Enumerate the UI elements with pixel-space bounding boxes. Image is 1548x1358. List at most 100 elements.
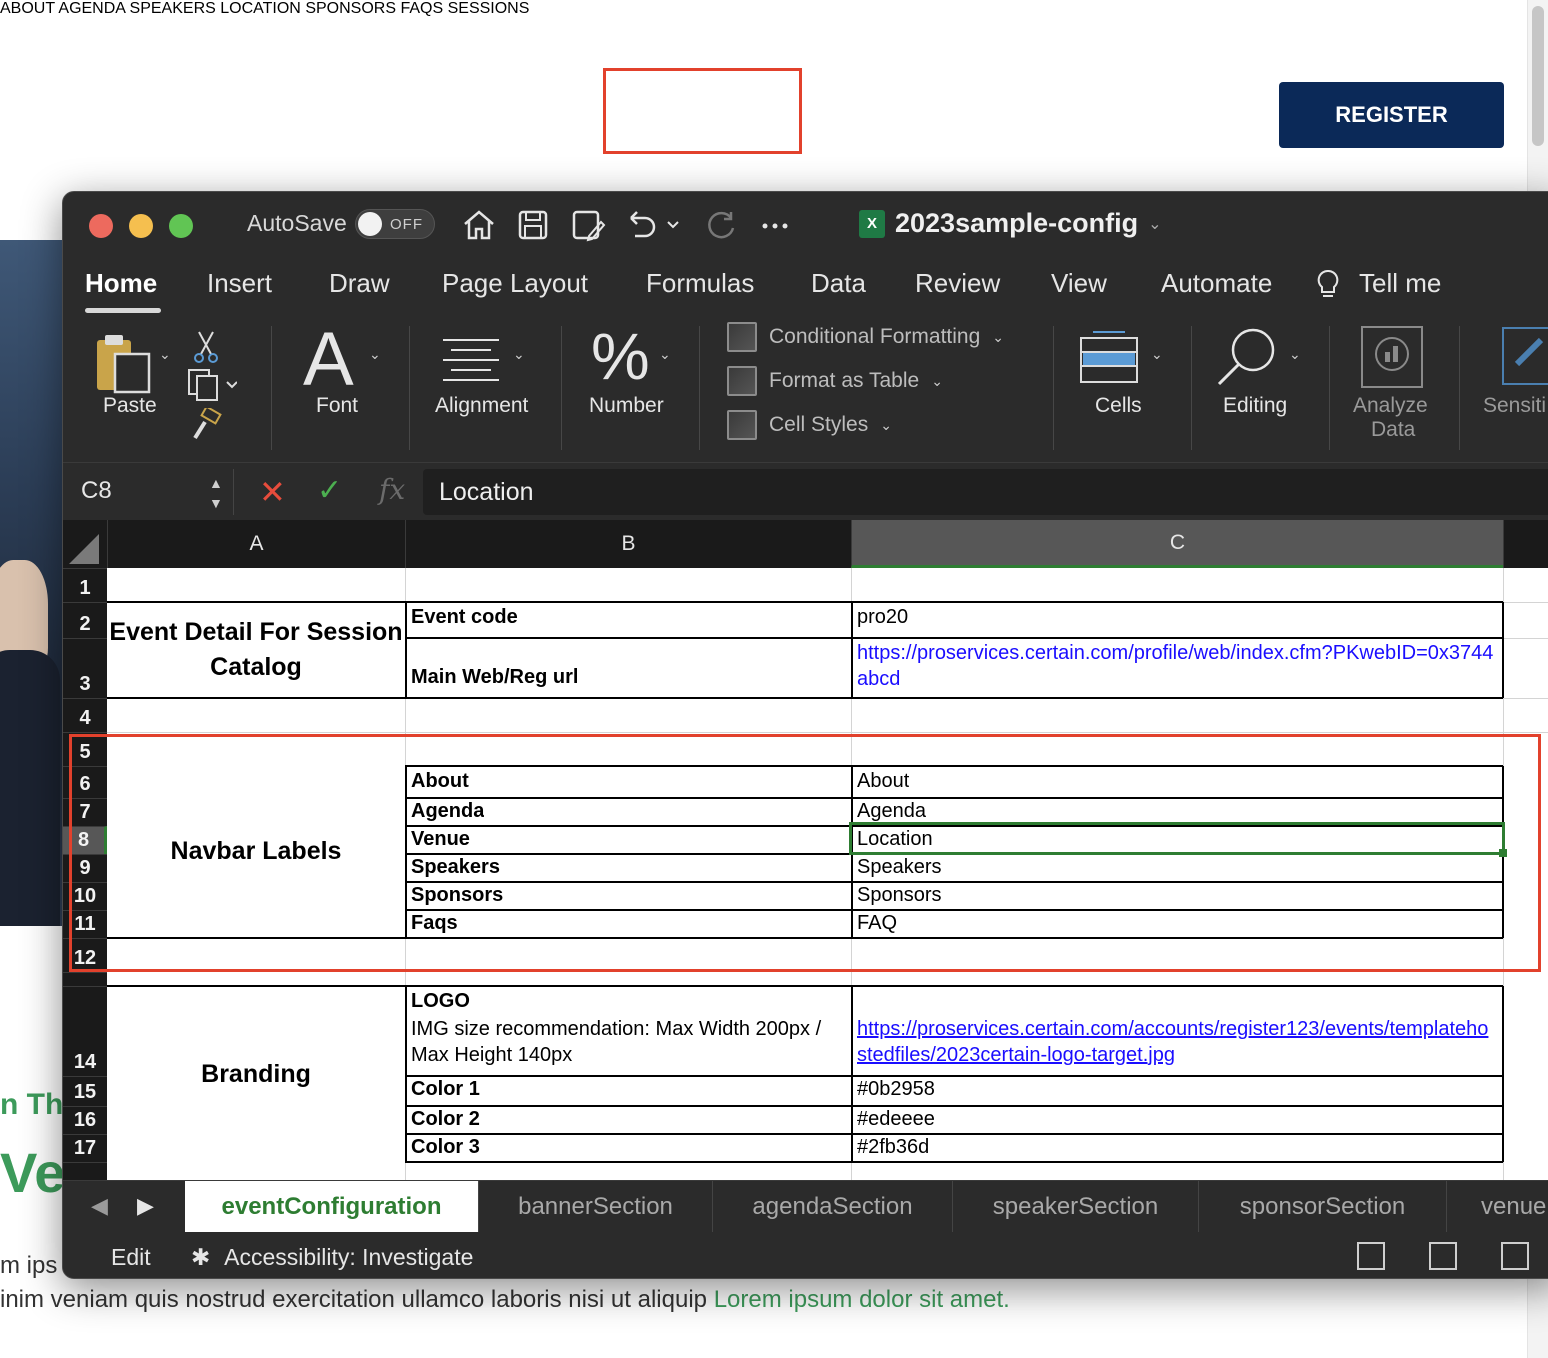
- cell-b3[interactable]: Main Web/Reg url: [411, 666, 578, 689]
- tab-insert[interactable]: Insert: [207, 268, 272, 299]
- row-header-1[interactable]: 1: [63, 568, 107, 602]
- row-header-15[interactable]: 15: [63, 1076, 107, 1106]
- cell-b14-desc[interactable]: IMG size recommendation: Max Width 200px…: [411, 1016, 847, 1068]
- cancel-icon[interactable]: ✕: [259, 473, 286, 511]
- tab-tell-me[interactable]: Tell me: [1359, 268, 1441, 299]
- site-nav-sessions[interactable]: SESSIONS: [448, 0, 530, 17]
- register-button[interactable]: REGISTER: [1279, 82, 1504, 148]
- cut-icon[interactable]: [191, 330, 221, 369]
- undo-icon[interactable]: [621, 206, 661, 244]
- name-box[interactable]: C8: [81, 477, 112, 505]
- tab-formulas[interactable]: Formulas: [646, 268, 754, 299]
- sheet-tab-bannersection[interactable]: bannerSection: [479, 1181, 713, 1233]
- cell-c15[interactable]: #0b2958: [857, 1078, 935, 1101]
- name-box-stepper-icon[interactable]: ▲ ▼: [209, 473, 223, 513]
- cell-c2[interactable]: pro20: [857, 606, 908, 629]
- site-scrollbar-thumb[interactable]: [1532, 6, 1544, 146]
- cell-b14-title[interactable]: LOGO: [411, 990, 470, 1013]
- select-all-corner[interactable]: [63, 520, 107, 568]
- cell-b17[interactable]: Color 3: [411, 1136, 480, 1159]
- close-window-button[interactable]: [89, 214, 113, 238]
- formula-input[interactable]: Location: [423, 469, 1548, 515]
- zoom-window-button[interactable]: [169, 214, 193, 238]
- conditional-formatting-button[interactable]: Conditional Formatting ⌄: [727, 322, 1004, 352]
- site-nav-speakers[interactable]: SPEAKERS: [130, 0, 216, 17]
- tab-review[interactable]: Review: [915, 268, 1000, 299]
- cell-b15[interactable]: Color 1: [411, 1078, 480, 1101]
- cell-c14[interactable]: https://proservices.certain.com/accounts…: [857, 1016, 1497, 1068]
- cell-border: [405, 1161, 1503, 1163]
- tab-home[interactable]: Home: [85, 268, 157, 299]
- cell-b2[interactable]: Event code: [411, 606, 518, 629]
- cell-border: [107, 601, 1503, 603]
- spreadsheet-grid[interactable]: A B C 1 2 3 4 5 6 7 8 9 10 11 12 14 15 1…: [63, 520, 1548, 1180]
- site-nav-sponsors[interactable]: SPONSORS: [305, 0, 396, 17]
- cell-b16[interactable]: Color 2: [411, 1108, 480, 1131]
- undo-dropdown-icon[interactable]: [663, 206, 683, 244]
- site-nav-agenda[interactable]: AGENDA: [58, 0, 125, 17]
- document-name: 2023sample-config: [895, 208, 1139, 238]
- page-layout-view-icon[interactable]: [1429, 1242, 1457, 1270]
- sheet-tab-agendasection[interactable]: agendaSection: [713, 1181, 953, 1233]
- previous-sheet-icon[interactable]: ◀: [91, 1193, 108, 1219]
- site-nav-about[interactable]: ABOUT: [0, 0, 55, 17]
- row-header-17[interactable]: 17: [63, 1134, 107, 1162]
- column-header-c[interactable]: C: [851, 520, 1503, 568]
- tab-page-layout[interactable]: Page Layout: [442, 268, 588, 299]
- more-options-icon[interactable]: [755, 206, 795, 244]
- save-as-icon[interactable]: [567, 206, 607, 244]
- sheet-tab-eventconfiguration[interactable]: eventConfiguration: [185, 1181, 479, 1233]
- row-header-13[interactable]: [63, 972, 107, 986]
- accessibility-status[interactable]: ✱ Accessibility: Investigate: [191, 1244, 473, 1271]
- normal-view-icon[interactable]: [1357, 1242, 1385, 1270]
- row-header-18[interactable]: [63, 1162, 107, 1180]
- row-header-2[interactable]: 2: [63, 602, 107, 638]
- copy-icon[interactable]: [187, 368, 238, 407]
- confirm-icon[interactable]: ✓: [317, 473, 342, 508]
- site-body-link[interactable]: Lorem ipsum dolor sit amet.: [714, 1286, 1010, 1313]
- paste-icon: [97, 335, 151, 394]
- cell-c17[interactable]: #2fb36d: [857, 1136, 929, 1159]
- row-header-14[interactable]: 14: [63, 986, 107, 1076]
- next-sheet-icon[interactable]: ▶: [137, 1193, 154, 1219]
- number-label: Number: [589, 394, 664, 417]
- format-painter-icon[interactable]: [189, 405, 223, 447]
- save-icon[interactable]: [513, 206, 553, 244]
- tab-automate[interactable]: Automate: [1161, 268, 1272, 299]
- sheet-tabs-bar: ◀ ▶ eventConfiguration bannerSection age…: [63, 1180, 1548, 1233]
- home-icon[interactable]: [459, 206, 499, 244]
- row-header-4[interactable]: 4: [63, 698, 107, 732]
- tab-view[interactable]: View: [1051, 268, 1107, 299]
- site-nav-faqs[interactable]: FAQS: [400, 0, 443, 17]
- cell-border: [405, 637, 1503, 639]
- lightbulb-icon[interactable]: [1315, 268, 1341, 307]
- cell-styles-button[interactable]: Cell Styles ⌄: [727, 410, 892, 440]
- document-title[interactable]: X 2023sample-config ⌄: [859, 208, 1162, 239]
- column-header-a[interactable]: A: [107, 520, 405, 568]
- column-header-d[interactable]: [1503, 520, 1548, 568]
- cell-c3[interactable]: https://proservices.certain.com/profile/…: [857, 640, 1497, 692]
- section-branding[interactable]: Branding: [109, 986, 403, 1162]
- column-header-b[interactable]: B: [405, 520, 851, 568]
- autosave-toggle[interactable]: OFF: [355, 209, 435, 239]
- formula-value: Location: [439, 478, 534, 506]
- page-break-view-icon[interactable]: [1501, 1242, 1529, 1270]
- site-nav-location[interactable]: LOCATION: [220, 0, 301, 17]
- row-header-3[interactable]: 3: [63, 638, 107, 698]
- gridline: [1503, 638, 1548, 639]
- cell-c16[interactable]: #edeeee: [857, 1108, 935, 1131]
- minimize-window-button[interactable]: [129, 214, 153, 238]
- sheet-tab-venue[interactable]: venue: [1447, 1181, 1548, 1233]
- editing-chevron-icon: ⌄: [1289, 346, 1301, 362]
- sheet-tab-sponsorsection[interactable]: sponsorSection: [1199, 1181, 1447, 1233]
- tab-data[interactable]: Data: [811, 268, 866, 299]
- format-as-table-button[interactable]: Format as Table ⌄: [727, 366, 943, 396]
- redo-icon[interactable]: [701, 206, 741, 244]
- cell-border: [107, 697, 1503, 699]
- analyze-data-icon: [1361, 326, 1423, 388]
- section-event-detail[interactable]: Event Detail For Session Catalog: [109, 604, 403, 696]
- tab-draw[interactable]: Draw: [329, 268, 390, 299]
- row-header-16[interactable]: 16: [63, 1106, 107, 1134]
- sheet-tab-speakersection[interactable]: speakerSection: [953, 1181, 1199, 1233]
- insert-function-icon[interactable]: fx: [379, 473, 405, 506]
